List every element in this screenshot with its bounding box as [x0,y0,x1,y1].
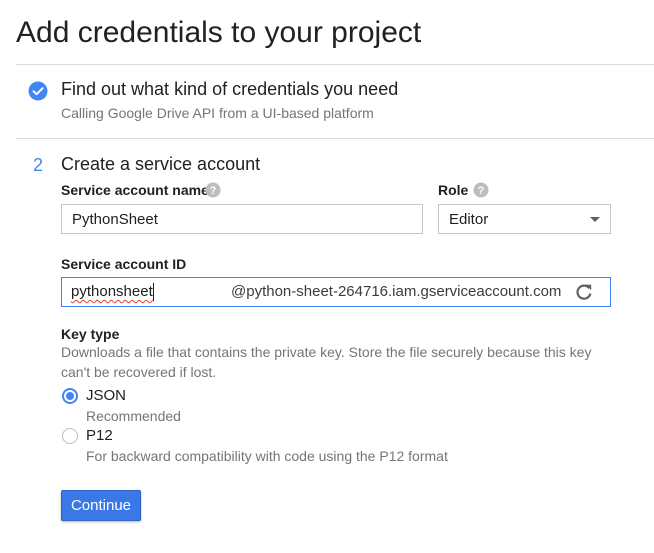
json-radio[interactable] [62,388,78,404]
role-label: Role [438,182,469,198]
key-type-description: Downloads a file that contains the priva… [61,344,592,380]
role-selected-value: Editor [449,210,489,228]
svg-text:?: ? [478,185,485,197]
continue-button[interactable]: Continue [61,490,141,521]
dropdown-arrow-icon [590,217,600,222]
service-account-id-label: Service account ID [61,256,187,272]
help-icon[interactable]: ? [205,182,221,198]
service-account-name-input[interactable]: PythonSheet [61,204,423,234]
page-title: Add credentials to your project [16,16,422,49]
step2-title: Create a service account [61,154,261,174]
top-divider [16,64,654,65]
check-circle-icon [28,81,48,101]
service-account-name-value: PythonSheet [72,210,158,228]
step1-subtitle: Calling Google Drive API from a UI-based… [61,105,374,121]
json-option-sublabel: Recommended [86,408,181,424]
svg-text:?: ? [210,185,217,197]
service-account-id-input[interactable]: pythonsheet @python-sheet-264716.iam.gse… [61,277,611,307]
p12-radio[interactable] [62,428,78,444]
p12-option-sublabel: For backward compatibility with code usi… [86,448,448,464]
json-option-label[interactable]: JSON [86,387,126,404]
step-divider [16,138,654,139]
step2-number: 2 [33,155,44,175]
role-select[interactable]: Editor [438,204,611,234]
service-account-id-suffix: @python-sheet-264716.iam.gserviceaccount… [231,283,562,300]
p12-option-label[interactable]: P12 [86,427,113,444]
key-type-label: Key type [61,326,120,342]
refresh-icon[interactable] [574,282,594,302]
service-account-name-label: Service account name [61,182,209,198]
help-icon[interactable]: ? [473,182,489,198]
step1-title[interactable]: Find out what kind of credentials you ne… [61,79,398,100]
service-account-id-value: pythonsheet [71,283,153,300]
text-caret [153,283,154,301]
